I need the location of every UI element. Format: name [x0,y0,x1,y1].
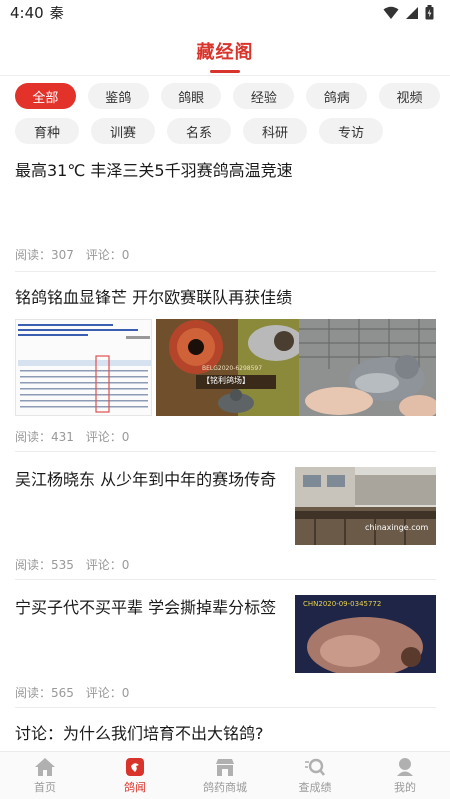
nav-home[interactable]: 首页 [0,752,90,799]
signal-icon [406,6,418,19]
article-thumbnail-results-table [15,319,152,416]
category-tabs: 全部 鉴鸽 鸽眼 经验 鸽病 视频 育种 训赛 名系 科研 专访 [15,83,440,153]
wifi-icon [383,6,399,19]
app-header: 藏经阁 [0,26,450,76]
status-icons [383,5,434,20]
nav-store[interactable]: 鸽药商城 [180,752,270,799]
category-chip-gebing[interactable]: 鸽病 [306,83,368,109]
article-meta: 阅读：565 评论：0 [15,684,129,701]
article-card[interactable]: 铭鸽铭血显锋芒 开尔欧赛联队再获佳绩 【铭利鸽场】 BELG2020-62985… [15,272,436,452]
comment-count: 评论：0 [85,558,130,572]
article-title[interactable]: 铭鸽铭血显锋芒 开尔欧赛联队再获佳绩 [15,286,436,309]
watermark-text: chinaxinge.com [365,523,429,532]
nav-label: 首页 [34,780,56,794]
title-underline [210,70,240,73]
nav-label: 鸽药商城 [203,780,247,794]
category-row-2: 育种 训赛 名系 科研 专访 [15,118,440,144]
nav-results[interactable]: 查成绩 [270,752,360,799]
article-meta: 阅读：535 评论：0 [15,556,129,573]
article-thumbnail-loft: chinaxinge.com [295,467,436,545]
nav-label: 我的 [394,780,416,794]
article-card[interactable]: 吴江杨晓东 从少年到中年的赛场传奇 chinaxinge.com 阅读：535 … [15,452,436,580]
ring-number-text: CHN2020-09-0345772 [303,600,382,608]
article-title[interactable]: 讨论：为什么我们培育不出大铭鸽? [15,722,436,745]
watermark-text: 【铭利鸽场】 [202,376,250,385]
nav-label: 查成绩 [298,780,332,794]
article-meta: 阅读：307 评论：0 [15,246,129,263]
bottom-nav: 首页 鸽闻 鸽药商城 查成绩 我的 [0,751,450,799]
category-chip-all[interactable]: 全部 [15,83,76,109]
article-title[interactable]: 宁买子代不买平辈 学会撕掉辈分标签 [15,596,295,619]
article-card[interactable]: 最高31℃ 丰泽三关5千羽赛鸽高温竞速 阅读：307 评论：0 [15,150,436,272]
search-results-icon [305,758,326,776]
results-table-image [16,320,151,415]
nav-label: 鸽闻 [124,780,146,794]
ring-number-text: BELG2020-6298597 [202,365,263,372]
category-chip-geyan[interactable]: 鸽眼 [160,83,222,109]
battery-icon [425,5,434,20]
article-card[interactable]: 宁买子代不买平辈 学会撕掉辈分标签 CHN2020-09-0345772 阅读：… [15,580,436,708]
category-row-1: 全部 鉴鸽 鸽眼 经验 鸽病 视频 [15,83,440,109]
article-meta: 阅读：431 评论：0 [15,428,129,445]
news-icon [126,757,144,776]
article-card[interactable]: 讨论：为什么我们培育不出大铭鸽? [15,708,436,751]
nav-news[interactable]: 鸽闻 [90,752,180,799]
category-chip-shipin[interactable]: 视频 [379,83,440,109]
article-title[interactable]: 最高31℃ 丰泽三关5千羽赛鸽高温竞速 [15,159,300,182]
store-icon [216,758,234,776]
status-time: 4:40 [10,4,44,22]
read-count: 阅读：565 [15,686,74,700]
category-chip-keyan[interactable]: 科研 [243,118,307,144]
comment-count: 评论：0 [85,248,130,262]
category-chip-jingyan[interactable]: 经验 [233,83,295,109]
category-chip-xunsai[interactable]: 训赛 [91,118,155,144]
nav-profile[interactable]: 我的 [360,752,450,799]
read-count: 阅读：431 [15,430,74,444]
loft-image [295,467,436,545]
status-carrier: 秦 [49,6,64,22]
category-chip-zhuanfang[interactable]: 专访 [319,118,383,144]
article-title[interactable]: 吴江杨晓东 从少年到中年的赛场传奇 [15,468,290,491]
read-count: 阅读：535 [15,558,74,572]
status-bar: 4:40 秦 [0,0,450,26]
article-thumbnail-pigeon: CHN2020-09-0345772 [295,595,436,673]
home-icon [35,757,55,776]
category-chip-jiange[interactable]: 鉴鸽 [87,83,149,109]
read-count: 阅读：307 [15,248,74,262]
article-thumbnail-pigeon-eye: 【铭利鸽场】 BELG2020-6298597 [156,319,321,416]
category-chip-yuzhong[interactable]: 育种 [15,118,79,144]
profile-icon [397,757,413,776]
category-chip-mingxi[interactable]: 名系 [167,118,231,144]
comment-count: 评论：0 [85,686,130,700]
comment-count: 评论：0 [85,430,130,444]
pigeon-hand-image [299,319,436,416]
article-thumbnail-pigeon-in-hand [299,319,436,416]
